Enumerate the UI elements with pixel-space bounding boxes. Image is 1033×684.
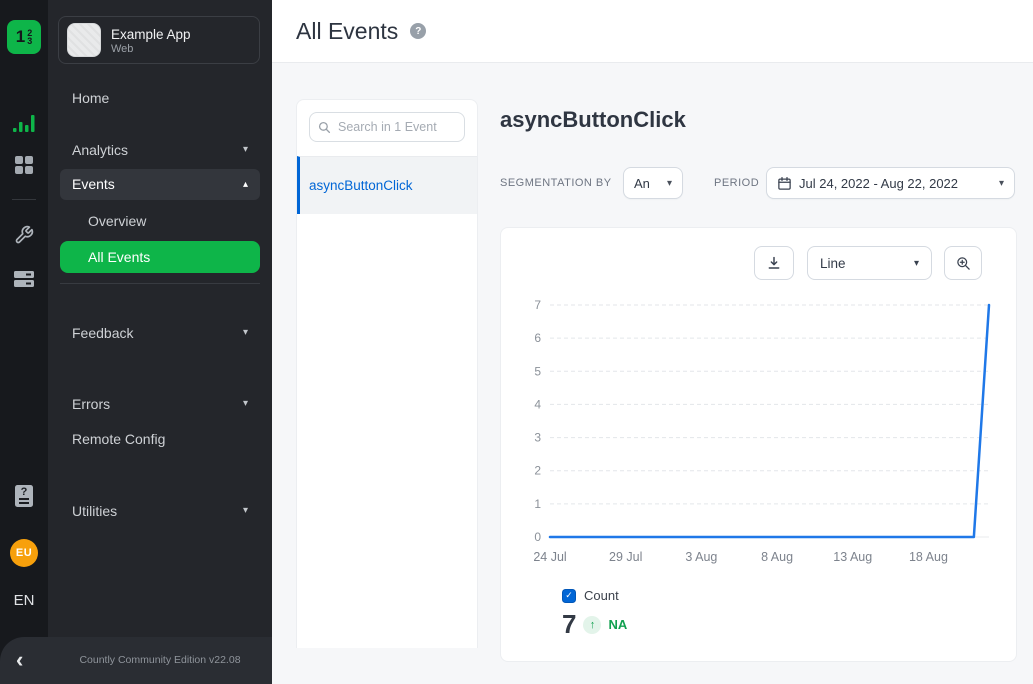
logo-digit: 3 <box>27 37 32 45</box>
sidebar-divider <box>60 283 260 284</box>
chevron-down-icon: ▾ <box>243 389 248 419</box>
svg-text:6: 6 <box>534 331 541 345</box>
legend-checkbox-checked[interactable]: ✓ <box>562 589 576 603</box>
dashboards-grid-icon[interactable] <box>0 156 48 174</box>
sidebar-item-utilities[interactable]: Utilities▾ <box>60 496 260 526</box>
chart-type-select[interactable]: Line ▾ <box>807 246 932 280</box>
collapse-sidebar-button[interactable]: ‹ <box>16 637 23 684</box>
app-type: Web <box>111 43 191 55</box>
report-manager-icon[interactable]: ? <box>0 485 48 507</box>
language-selector[interactable]: EN <box>0 592 48 609</box>
data-manager-server-icon[interactable] <box>0 270 48 288</box>
svg-text:5: 5 <box>534 364 541 378</box>
series-change-value: NA <box>608 617 627 632</box>
svg-text:0: 0 <box>534 530 541 544</box>
chevron-down-icon: ▾ <box>999 178 1004 189</box>
sidebar-item-overview[interactable]: Overview <box>60 206 260 236</box>
svg-text:2: 2 <box>534 464 541 478</box>
download-chart-button[interactable] <box>754 246 794 280</box>
main-content: asyncButtonClick asyncButtonClick SEGMEN… <box>272 63 1033 684</box>
svg-text:18 Aug: 18 Aug <box>909 550 948 564</box>
chevron-down-icon: ▾ <box>243 135 248 165</box>
sidebar: Example App Web Home Analytics▾ Events▴ … <box>48 0 272 684</box>
page-header: All Events ? <box>272 0 1033 63</box>
version-label: Countly Community Edition v22.08 <box>48 637 272 684</box>
icon-rail: 1 2 3 ? EU EN <box>0 0 48 684</box>
event-detail-title: asyncButtonClick <box>500 107 686 133</box>
svg-text:7: 7 <box>534 298 541 312</box>
question-glyph: ? <box>15 486 33 498</box>
sidebar-item-all-events[interactable]: All Events <box>60 241 260 273</box>
analytics-barchart-icon[interactable] <box>0 113 48 133</box>
chevron-down-icon: ▾ <box>243 496 248 526</box>
sidebar-item-events[interactable]: Events▴ <box>60 169 260 200</box>
chevron-down-icon: ▾ <box>667 178 672 189</box>
zoom-chart-button[interactable] <box>944 246 982 280</box>
svg-text:1: 1 <box>534 497 541 511</box>
trend-up-icon: ↑ <box>583 616 601 634</box>
app-selector[interactable]: Example App Web <box>58 16 260 64</box>
event-list-panel: asyncButtonClick <box>296 99 478 648</box>
sidebar-item-remote-config[interactable]: Remote Config <box>60 424 260 454</box>
page-title: All Events <box>296 18 398 45</box>
legend-series-label: Count <box>584 588 619 603</box>
help-icon[interactable]: ? <box>410 23 426 39</box>
user-avatar[interactable]: EU <box>0 539 48 567</box>
sidebar-footer: ‹ Countly Community Edition v22.08 <box>0 637 272 684</box>
sidebar-item-errors[interactable]: Errors▾ <box>60 389 260 419</box>
countly-logo[interactable]: 1 2 3 <box>7 20 41 54</box>
event-chart-card: Line ▾ 0 1 2 3 4 5 6 7 24 Jul 29 Jul 3 Aug 8 Aug 13 … <box>500 227 1017 662</box>
app-icon <box>67 23 101 57</box>
period-picker[interactable]: Jul 24, 2022 - Aug 22, 2022 ▾ <box>766 167 1015 199</box>
svg-text:13 Aug: 13 Aug <box>833 550 872 564</box>
search-input[interactable] <box>309 112 465 142</box>
download-icon <box>766 255 782 271</box>
magnifier-plus-icon <box>956 256 971 271</box>
management-wrench-icon[interactable] <box>0 225 48 245</box>
segmentation-label: SEGMENTATION BY <box>500 167 612 199</box>
svg-text:8 Aug: 8 Aug <box>761 550 793 564</box>
svg-text:24 Jul: 24 Jul <box>533 550 566 564</box>
logo-digit: 1 <box>16 27 25 47</box>
rail-divider <box>12 199 36 200</box>
chevron-up-icon: ▴ <box>243 169 248 200</box>
sidebar-item-home[interactable]: Home <box>60 83 260 113</box>
events-line-chart: 0 1 2 3 4 5 6 7 24 Jul 29 Jul 3 Aug 8 Aug 13 Aug 18 A… <box>501 286 1018 576</box>
chevron-down-icon: ▾ <box>914 258 919 269</box>
svg-text:29 Jul: 29 Jul <box>609 550 642 564</box>
chart-legend: ✓ Count 7 ↑ NA <box>562 588 627 640</box>
event-list-item-selected[interactable]: asyncButtonClick <box>297 156 477 214</box>
svg-text:3: 3 <box>534 431 541 445</box>
sidebar-item-analytics[interactable]: Analytics▾ <box>60 135 260 165</box>
segmentation-select[interactable]: An ▾ <box>623 167 683 199</box>
svg-text:4: 4 <box>534 397 541 411</box>
chevron-down-icon: ▾ <box>243 318 248 348</box>
period-label: PERIOD <box>714 167 759 199</box>
search-icon <box>318 121 331 134</box>
legend-series-toggle[interactable]: ✓ Count <box>562 588 627 603</box>
avatar-initials: EU <box>10 539 38 567</box>
sidebar-item-feedback[interactable]: Feedback▾ <box>60 318 260 348</box>
calendar-icon <box>777 176 792 191</box>
app-name: Example App <box>111 26 191 43</box>
series-total-value: 7 <box>562 609 576 640</box>
svg-text:3 Aug: 3 Aug <box>685 550 717 564</box>
